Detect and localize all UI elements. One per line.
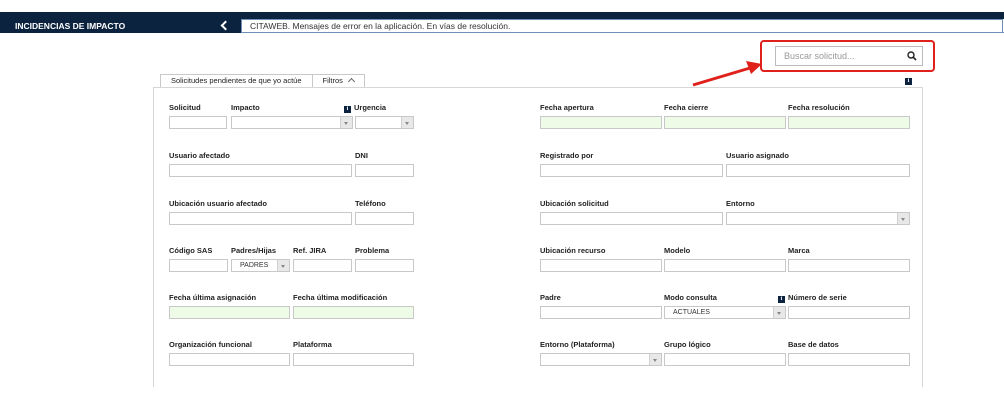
label-numero-serie-text: Número de serie bbox=[788, 293, 847, 302]
fecha-apertura-input[interactable] bbox=[540, 116, 662, 129]
entorno-select[interactable] bbox=[726, 212, 910, 225]
usuario-asignado-input[interactable] bbox=[726, 164, 910, 177]
modelo-input[interactable] bbox=[664, 259, 786, 272]
ref-jira-input[interactable] bbox=[293, 259, 352, 272]
tab-bar: Solicitudes pendientes de que yo actúe F… bbox=[160, 74, 366, 87]
padre-input[interactable] bbox=[540, 306, 662, 319]
plataforma-input[interactable] bbox=[293, 353, 414, 366]
chevron-down-icon bbox=[649, 354, 661, 365]
chevron-down-icon bbox=[277, 260, 289, 271]
codigo-sas-input[interactable] bbox=[169, 259, 228, 272]
dni-input[interactable] bbox=[355, 164, 414, 177]
label-grupo-logico: Grupo lógico bbox=[664, 340, 711, 349]
tab-label: Solicitudes pendientes de que yo actúe bbox=[171, 76, 302, 85]
label-modo-consulta: Modo consulta bbox=[664, 293, 717, 302]
problema-input[interactable] bbox=[355, 259, 414, 272]
search-box[interactable] bbox=[775, 46, 923, 66]
incident-subtitle: CITAWEB. Mensajes de error en la aplicac… bbox=[241, 19, 1003, 33]
chevron-down-icon bbox=[340, 117, 352, 128]
base-de-datos-input[interactable] bbox=[788, 353, 910, 366]
fecha-resolucion-input[interactable] bbox=[788, 116, 910, 129]
label-urgencia: i Urgencia bbox=[344, 103, 386, 113]
label-modelo: Modelo bbox=[664, 246, 691, 255]
label-usuario-afectado: Usuario afectado bbox=[169, 151, 230, 160]
chevron-down-icon bbox=[897, 213, 909, 224]
red-arrow-annotation bbox=[692, 61, 762, 87]
info-button[interactable]: i bbox=[905, 75, 912, 85]
grupo-logico-input[interactable] bbox=[664, 353, 786, 366]
search-icon[interactable] bbox=[907, 51, 917, 61]
chevron-left-icon bbox=[220, 20, 230, 31]
label-marca: Marca bbox=[788, 246, 810, 255]
section-header: INCIDENCIAS DE IMPACTO CITAWEB. Mensajes… bbox=[0, 19, 1004, 33]
label-padre: Padre bbox=[540, 293, 561, 302]
fecha-ultima-asignacion-input[interactable] bbox=[169, 306, 290, 319]
registrado-por-input[interactable] bbox=[540, 164, 723, 177]
label-impacto: Impacto bbox=[231, 103, 260, 112]
padres-hijas-select[interactable]: PADRES bbox=[231, 259, 290, 272]
label-base-de-datos: Base de datos bbox=[788, 340, 839, 349]
solicitud-input[interactable] bbox=[169, 116, 227, 129]
label-padres-hijas: Padres/Hijas bbox=[231, 246, 277, 255]
chevron-down-icon bbox=[401, 117, 413, 128]
label-ref-jira: Ref. JIRA bbox=[293, 246, 327, 255]
label-urgencia-text: Urgencia bbox=[354, 103, 387, 112]
section-title: INCIDENCIAS DE IMPACTO bbox=[0, 19, 209, 33]
label-numero-serie: i Número de serie bbox=[778, 293, 847, 303]
label-ubicacion-usuario: Ubicación usuario afectado bbox=[169, 199, 267, 208]
ubicacion-solicitud-input[interactable] bbox=[540, 212, 723, 225]
fecha-cierre-input[interactable] bbox=[664, 116, 786, 129]
marca-input[interactable] bbox=[788, 259, 910, 272]
label-problema: Problema bbox=[355, 246, 390, 255]
label-telefono: Teléfono bbox=[355, 199, 386, 208]
tab-pending-requests[interactable]: Solicitudes pendientes de que yo actúe bbox=[160, 74, 313, 87]
label-organizacion-funcional: Organización funcional bbox=[169, 340, 252, 349]
collapse-button[interactable] bbox=[209, 19, 241, 33]
label-codigo-sas: Código SAS bbox=[169, 246, 213, 255]
label-fecha-resolucion: Fecha resolución bbox=[788, 103, 850, 112]
label-entorno-plataforma: Entorno (Plataforma) bbox=[540, 340, 615, 349]
ubicacion-usuario-input[interactable] bbox=[169, 212, 352, 225]
usuario-afectado-input[interactable] bbox=[169, 164, 352, 177]
label-registrado-por: Registrado por bbox=[540, 151, 594, 160]
numero-serie-input[interactable] bbox=[788, 306, 910, 319]
tab-label: Filtros bbox=[322, 76, 343, 85]
telefono-input[interactable] bbox=[355, 212, 414, 225]
info-icon[interactable]: i bbox=[778, 296, 785, 303]
info-icon[interactable]: i bbox=[344, 106, 351, 113]
organizacion-funcional-input[interactable] bbox=[169, 353, 290, 366]
fecha-ultima-modificacion-input[interactable] bbox=[293, 306, 414, 319]
label-ubicacion-recurso: Ubicación recurso bbox=[540, 246, 606, 255]
modo-consulta-select[interactable]: ACTUALES bbox=[664, 306, 786, 319]
top-banner bbox=[0, 12, 1004, 19]
ubicacion-recurso-input[interactable] bbox=[540, 259, 662, 272]
label-ubicacion-solicitud: Ubicación solicitud bbox=[540, 199, 609, 208]
caret-up-icon bbox=[347, 77, 356, 86]
label-plataforma: Plataforma bbox=[293, 340, 332, 349]
label-fecha-apertura: Fecha apertura bbox=[540, 103, 594, 112]
impacto-select[interactable] bbox=[231, 116, 353, 129]
search-input[interactable] bbox=[776, 47, 904, 65]
entorno-plataforma-select[interactable] bbox=[540, 353, 662, 366]
label-usuario-asignado: Usuario asignado bbox=[726, 151, 789, 160]
filters-panel: Solicitud Impacto i Urgencia Fecha apertu… bbox=[153, 87, 923, 387]
urgencia-select[interactable] bbox=[355, 116, 414, 129]
modo-consulta-value: ACTUALES bbox=[673, 309, 710, 316]
label-fecha-ultima-modificacion: Fecha última modificación bbox=[293, 293, 388, 302]
label-fecha-cierre: Fecha cierre bbox=[664, 103, 709, 112]
tab-filters[interactable]: Filtros bbox=[312, 74, 366, 87]
info-icon: i bbox=[905, 78, 912, 85]
label-dni: DNI bbox=[355, 151, 368, 160]
label-entorno: Entorno bbox=[726, 199, 755, 208]
padres-hijas-value: PADRES bbox=[240, 262, 269, 269]
label-fecha-ultima-asignacion: Fecha última asignación bbox=[169, 293, 257, 302]
label-solicitud: Solicitud bbox=[169, 103, 201, 112]
chevron-down-icon bbox=[773, 307, 785, 318]
